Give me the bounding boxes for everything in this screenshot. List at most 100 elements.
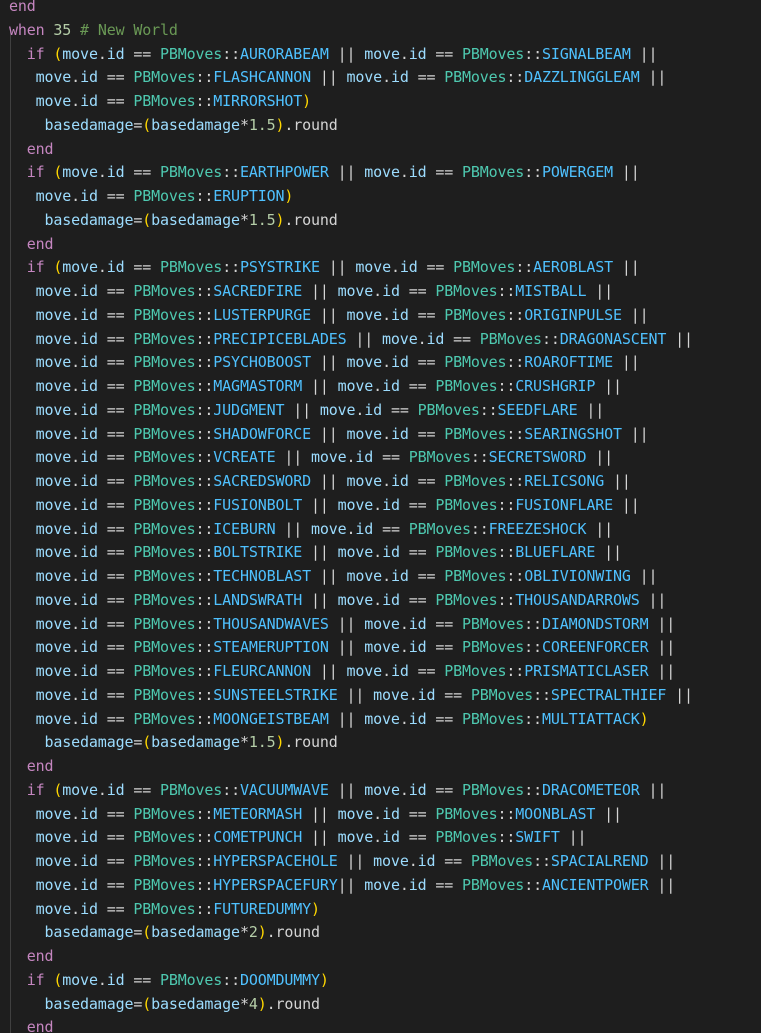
constant-token: SIGNALBEAM <box>541 44 631 63</box>
code-line[interactable]: move.id == PBMoves::FLEURCANNON || move.… <box>9 659 676 683</box>
variable-token: id <box>80 567 98 585</box>
bracket-token: ( <box>142 210 152 229</box>
code-line[interactable]: move.id == PBMoves::SACREDSWORD || move.… <box>9 469 631 493</box>
code-line[interactable]: basedamage=(basedamage*4).round <box>9 992 321 1016</box>
variable-token: id <box>106 163 125 182</box>
code-line[interactable]: end <box>9 944 54 968</box>
keyword-token: end <box>9 0 36 15</box>
code-line[interactable]: move.id == PBMoves::HYPERSPACEFURY|| mov… <box>9 873 676 897</box>
code-line[interactable]: end <box>9 754 54 778</box>
keyword-token: if <box>9 44 54 63</box>
variable-token: move <box>346 472 383 490</box>
variable-token: move <box>364 638 400 657</box>
code-line[interactable]: move.id == PBMoves::MAGMASTORM || move.i… <box>9 374 622 398</box>
keyword-token: when <box>9 20 54 39</box>
code-line[interactable]: move.id == PBMoves::ICEBURN || move.id =… <box>9 517 614 541</box>
punctuation-token: . <box>382 353 391 372</box>
constant-token: FUTUREDUMMY <box>213 899 311 918</box>
punctuation-token: || <box>621 305 649 324</box>
punctuation-token: . <box>408 852 418 870</box>
code-line[interactable]: move.id == PBMoves::STEAMERUPTION || mov… <box>9 635 676 659</box>
code-line[interactable]: move.id == PBMoves::MOONGEISTBEAM || mov… <box>9 707 649 731</box>
code-line[interactable]: move.id == PBMoves::SACREDFIRE || move.i… <box>9 279 614 303</box>
code-line[interactable]: move.id == PBMoves::BOLTSTRIKE || move.i… <box>9 540 622 564</box>
variable-token: move <box>337 590 374 609</box>
keyword-token: end <box>9 139 54 158</box>
variable-token: id <box>382 543 400 562</box>
code-line[interactable]: move.id == PBMoves::PRECIPICEBLADES || m… <box>9 327 693 351</box>
variable-token: move <box>62 163 98 182</box>
punctuation-token: == <box>97 329 134 348</box>
punctuation-token: || <box>328 780 365 799</box>
code-line[interactable]: if (move.id == PBMoves::EARTHPOWER || mo… <box>9 160 640 184</box>
variable-token: move <box>9 68 72 87</box>
punctuation-token: :: <box>195 187 214 205</box>
constant-token: ICEBURN <box>213 519 276 538</box>
bracket-token: ( <box>142 994 152 1013</box>
constant-token: FLEURCANNON <box>213 662 311 680</box>
punctuation-token: . <box>71 804 81 823</box>
bracket-token: ) <box>311 899 320 918</box>
code-line[interactable]: move.id == PBMoves::SUNSTEELSTRIKE || mo… <box>9 683 693 707</box>
code-line[interactable]: if (move.id == PBMoves::VACUUMWAVE || mo… <box>9 778 667 802</box>
punctuation-token: . <box>390 258 400 277</box>
code-editor[interactable]: end when 35 # New World if (move.id == PB… <box>0 0 761 1033</box>
punctuation-token: :: <box>506 567 525 585</box>
code-line[interactable]: move.id == PBMoves::MIRRORSHOT) <box>9 89 312 113</box>
code-line[interactable]: if (move.id == PBMoves::PSYSTRIKE || mov… <box>9 255 640 279</box>
punctuation-token: . <box>399 44 409 63</box>
class-token: PBMoves <box>453 258 516 277</box>
variable-token: id <box>390 353 409 372</box>
code-line[interactable]: move.id == PBMoves::JUDGMENT || move.id … <box>9 398 605 422</box>
code-line[interactable]: move.id == PBMoves::METEORMASH || move.i… <box>9 802 622 826</box>
code-line[interactable]: move.id == PBMoves::PSYCHOBOOST || move.… <box>9 350 640 374</box>
variable-token: move <box>373 685 409 704</box>
code-line[interactable]: basedamage=(basedamage*1.5).round <box>9 113 338 137</box>
keyword-token: if <box>9 163 54 182</box>
code-line[interactable]: end <box>9 0 36 18</box>
punctuation-token: == <box>399 377 436 395</box>
constant-token: MOONBLAST <box>515 804 596 823</box>
code-line[interactable]: move.id == PBMoves::HYPERSPACEHOLE || mo… <box>9 849 676 873</box>
punctuation-token: . <box>71 353 81 372</box>
punctuation-token: :: <box>195 377 214 395</box>
punctuation-token: == <box>408 68 445 87</box>
code-line[interactable]: move.id == PBMoves::SHADOWFORCE || move.… <box>9 422 649 446</box>
variable-token: id <box>426 329 445 348</box>
code-line[interactable]: move.id == PBMoves::LUSTERPURGE || move.… <box>9 303 649 327</box>
variable-token: id <box>80 828 98 847</box>
punctuation-token: || <box>302 543 338 562</box>
punctuation-token: . <box>97 163 107 182</box>
variable-token: id <box>408 709 427 728</box>
punctuation-token: == <box>426 780 463 799</box>
code-line[interactable]: move.id == PBMoves::COMETPUNCH || move.i… <box>9 825 587 849</box>
code-line[interactable]: if (move.id == PBMoves::DOOMDUMMY) <box>9 968 329 992</box>
class-token: PBMoves <box>462 780 525 799</box>
constant-token: THOUSANDWAVES <box>213 614 329 633</box>
punctuation-token: == <box>97 353 134 372</box>
code-line[interactable]: basedamage=(basedamage*1.5).round <box>9 730 338 754</box>
code-line[interactable]: move.id == PBMoves::VCREATE || move.id =… <box>9 445 614 469</box>
code-line[interactable]: when 35 # New World <box>9 18 178 42</box>
class-token: PBMoves <box>133 828 196 847</box>
code-line[interactable]: end <box>9 1015 54 1033</box>
punctuation-token: || <box>595 377 622 395</box>
code-line[interactable]: basedamage=(basedamage*2).round <box>9 920 321 944</box>
code-line[interactable]: move.id == PBMoves::THOUSANDWAVES || mov… <box>9 612 676 636</box>
code-line[interactable]: move.id == PBMoves::FUSIONBOLT || move.i… <box>9 493 640 517</box>
variable-token: move <box>364 44 400 63</box>
code-line[interactable]: move.id == PBMoves::LANDSWRATH || move.i… <box>9 588 667 612</box>
code-line[interactable]: move.id == PBMoves::FLASHCANNON || move.… <box>9 65 667 89</box>
code-line[interactable]: end <box>9 232 54 256</box>
code-line[interactable]: basedamage=(basedamage*1.5).round <box>9 208 338 232</box>
punctuation-token: :: <box>195 614 214 633</box>
code-line[interactable]: if (move.id == PBMoves::AURORABEAM || mo… <box>9 42 658 66</box>
punctuation-token: :: <box>195 852 214 870</box>
code-line[interactable]: move.id == PBMoves::TECHNOBLAST || move.… <box>9 564 658 588</box>
constant-token: HYPERSPACEHOLE <box>213 852 338 870</box>
code-line[interactable]: end <box>9 137 54 161</box>
code-line[interactable]: move.id == PBMoves::ERUPTION) <box>9 184 294 208</box>
code-line[interactable]: move.id == PBMoves::FUTUREDUMMY) <box>9 897 320 921</box>
class-token: PBMoves <box>133 519 196 538</box>
punctuation-token: :: <box>524 44 542 63</box>
